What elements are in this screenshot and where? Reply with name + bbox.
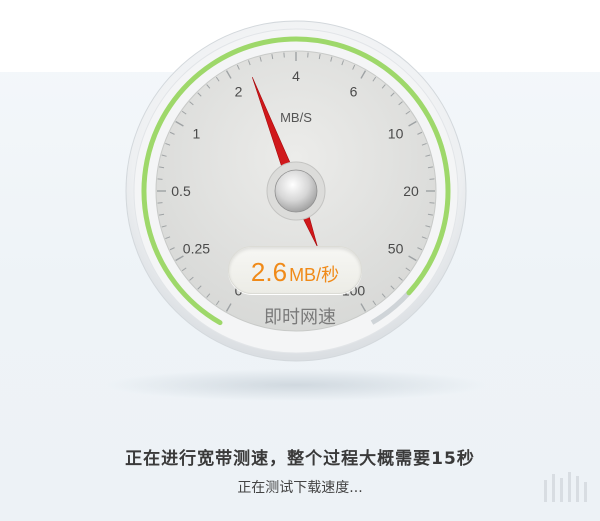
gauge-unit-label: MB/S — [280, 110, 312, 125]
scale-label: 10 — [388, 126, 404, 142]
scale-label: 6 — [350, 83, 358, 99]
status-detail: 正在测试下载速度... — [237, 480, 363, 496]
watermark-logo — [544, 472, 587, 502]
speed-value: 2.6 — [250, 257, 288, 287]
scale-label: 50 — [388, 241, 404, 257]
needle-hub — [274, 169, 318, 213]
gauge-shadow — [106, 369, 486, 401]
scale-label: 0.25 — [183, 241, 210, 257]
scale-label: 4 — [292, 68, 300, 84]
scale-label: 0.5 — [171, 183, 191, 199]
speed-readout: 2.6 MB/秒 — [228, 246, 362, 294]
scale-label: 1 — [193, 126, 201, 142]
scale-label: 2 — [235, 83, 243, 99]
status-message: 正在进行宽带测速，整个过程大概需要15秒 — [125, 449, 475, 469]
realtime-speed-label: 即时网速 — [264, 307, 336, 328]
speed-unit: MB/秒 — [289, 265, 340, 285]
scale-label: 20 — [403, 183, 419, 199]
